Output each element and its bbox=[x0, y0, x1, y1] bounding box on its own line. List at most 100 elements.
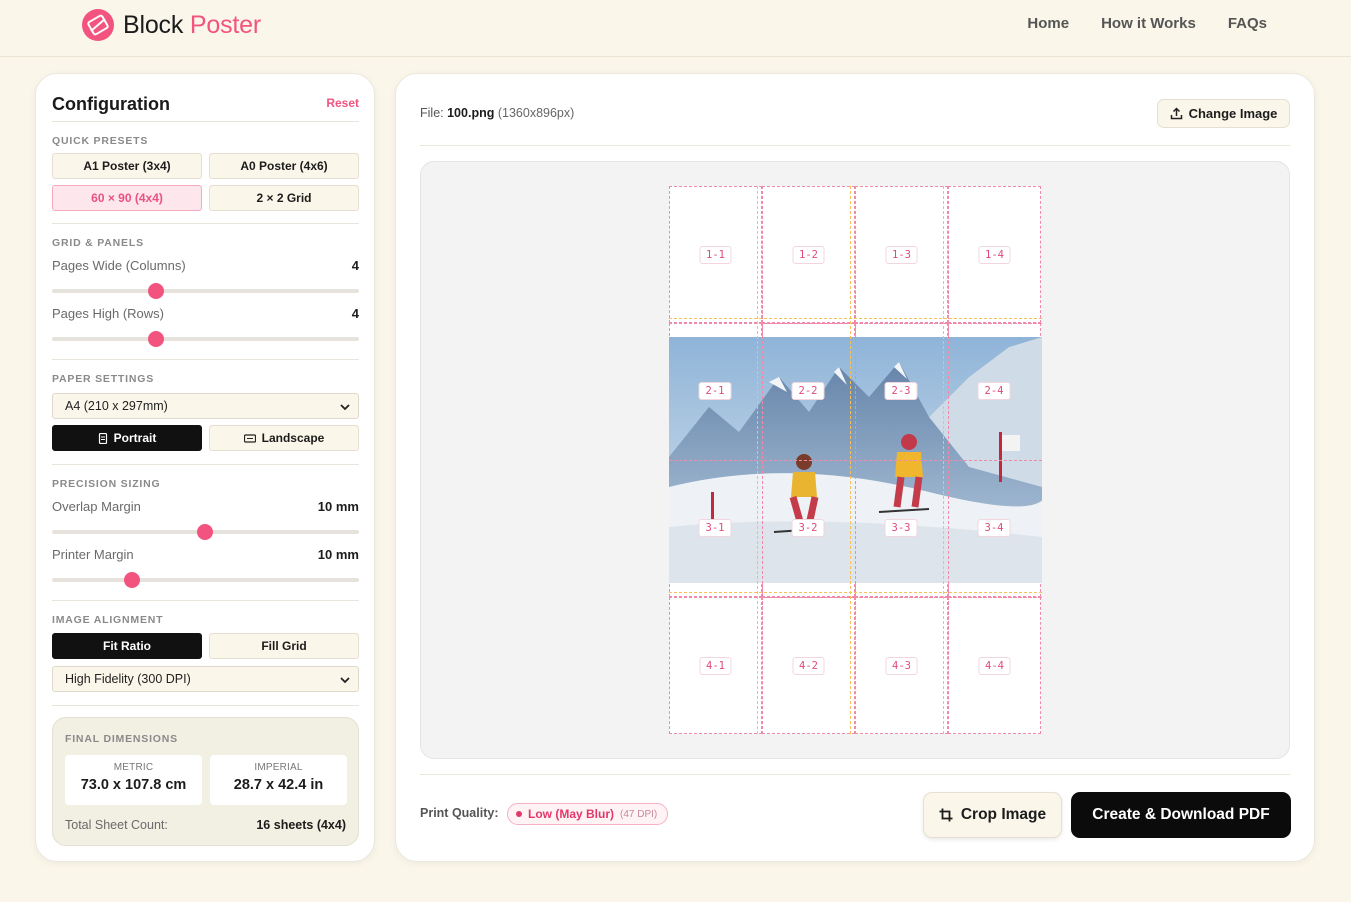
nav-how-it-works-link[interactable]: How it Works bbox=[1101, 15, 1196, 32]
print-quality-label: Print Quality: bbox=[420, 806, 499, 820]
divider bbox=[420, 145, 1290, 146]
nav-home-link[interactable]: Home bbox=[1027, 15, 1069, 32]
metric-label: METRIC bbox=[113, 762, 154, 773]
quick-presets-label: QUICK PRESETS bbox=[52, 135, 149, 147]
quality-select[interactable]: High Fidelity (300 DPI) bbox=[52, 666, 359, 692]
file-prefix: File: bbox=[420, 106, 444, 120]
tile-label: 4-2 bbox=[792, 656, 825, 675]
change-image-button[interactable]: Change Image bbox=[1157, 99, 1290, 128]
file-name: 100.png bbox=[447, 106, 495, 120]
preset-a1-button[interactable]: A1 Poster (3x4) bbox=[52, 153, 202, 179]
crop-image-button[interactable]: Crop Image bbox=[923, 792, 1062, 838]
landscape-icon bbox=[243, 433, 256, 443]
columns-value: 4 bbox=[351, 258, 359, 273]
chevron-down-icon bbox=[340, 677, 350, 684]
sheet-count-value: 16 sheets (4x4) bbox=[256, 818, 346, 832]
file-dimensions: (1360x896px) bbox=[497, 106, 575, 120]
tile[interactable]: 4-2 bbox=[762, 597, 855, 734]
tile-label: 1-2 bbox=[792, 245, 825, 264]
overlap-guide-line bbox=[669, 318, 1042, 319]
rows-label: Pages High (Rows) bbox=[52, 306, 164, 321]
tile-label: 2-2 bbox=[791, 382, 825, 400]
overlap-guide-line bbox=[669, 592, 1042, 593]
reset-button[interactable]: Reset bbox=[326, 96, 359, 110]
landscape-label: Landscape bbox=[261, 431, 325, 445]
paper-size-select[interactable]: A4 (210 x 297mm) bbox=[52, 393, 359, 419]
final-dimensions-label: FINAL DIMENSIONS bbox=[65, 733, 178, 745]
tile[interactable]: 1-3 bbox=[855, 186, 948, 323]
preset-a0-button[interactable]: A0 Poster (4x6) bbox=[209, 153, 359, 179]
tile[interactable]: 1-1 bbox=[669, 186, 762, 323]
portrait-button[interactable]: Portrait bbox=[52, 425, 202, 451]
fill-grid-button[interactable]: Fill Grid bbox=[209, 633, 359, 659]
status-dot-icon bbox=[516, 811, 522, 817]
image-alignment-label: IMAGE ALIGNMENT bbox=[52, 614, 164, 626]
imperial-value: 28.7 x 42.4 in bbox=[233, 777, 324, 793]
cut-guide-line bbox=[669, 597, 1042, 598]
divider bbox=[52, 705, 359, 706]
rows-value: 4 bbox=[351, 306, 359, 321]
fit-ratio-button[interactable]: Fit Ratio bbox=[52, 633, 202, 659]
landscape-button[interactable]: Landscape bbox=[209, 425, 359, 451]
overlap-margin-label: Overlap Margin bbox=[52, 499, 141, 514]
overlap-guide-line bbox=[757, 186, 758, 734]
create-download-pdf-button[interactable]: Create & Download PDF bbox=[1071, 792, 1291, 838]
tile-label: 3-2 bbox=[791, 519, 825, 537]
brand-name-part2: Poster bbox=[189, 10, 261, 39]
paper-settings-label: PAPER SETTINGS bbox=[52, 373, 155, 385]
rows-slider-thumb[interactable] bbox=[148, 331, 164, 347]
overlap-margin-slider[interactable] bbox=[52, 524, 359, 540]
metric-box: METRIC 73.0 x 107.8 cm bbox=[65, 755, 202, 805]
tile[interactable]: 1-4 bbox=[948, 186, 1041, 323]
overlap-guide-line bbox=[850, 186, 851, 734]
tile[interactable]: 1-2 bbox=[762, 186, 855, 323]
printer-margin-label: Printer Margin bbox=[52, 547, 134, 562]
print-quality-dpi: (47 DPI) bbox=[620, 808, 658, 820]
print-quality-badge: Low (May Blur) (47 DPI) bbox=[507, 803, 669, 825]
tile[interactable]: 4-3 bbox=[855, 597, 948, 734]
nav-faqs-link[interactable]: FAQs bbox=[1228, 15, 1267, 32]
tile-label: 2-1 bbox=[698, 382, 732, 400]
brand-logo[interactable]: Block Poster bbox=[82, 9, 261, 41]
divider bbox=[52, 600, 359, 601]
file-info: File: 100.png (1360x896px) bbox=[420, 106, 574, 120]
sheet-count-label: Total Sheet Count: bbox=[65, 818, 168, 832]
tile[interactable]: 4-4 bbox=[948, 597, 1041, 734]
divider bbox=[420, 774, 1290, 775]
preview-panel: File: 100.png (1360x896px) Change Image … bbox=[395, 73, 1315, 862]
chevron-down-icon bbox=[340, 404, 350, 411]
paper-size-value: A4 (210 x 297mm) bbox=[65, 399, 168, 413]
upload-icon bbox=[1170, 107, 1182, 120]
tile-label: 2-4 bbox=[977, 382, 1011, 400]
tile[interactable]: 4-1 bbox=[669, 597, 762, 734]
tile-label: 1-1 bbox=[699, 245, 732, 264]
rows-slider[interactable] bbox=[52, 331, 359, 347]
top-header: Block Poster Home How it Works FAQs bbox=[0, 0, 1351, 57]
tile-label: 3-4 bbox=[977, 519, 1011, 537]
cut-guide-line bbox=[669, 323, 1042, 324]
tile-label: 3-1 bbox=[698, 519, 732, 537]
printer-margin-slider[interactable] bbox=[52, 572, 359, 588]
columns-slider[interactable] bbox=[52, 283, 359, 299]
columns-slider-thumb[interactable] bbox=[148, 283, 164, 299]
main-nav: Home How it Works FAQs bbox=[1027, 15, 1267, 32]
preset-60x90-button[interactable]: 60 × 90 (4x4) bbox=[52, 185, 202, 211]
configuration-panel: Configuration Reset QUICK PRESETS A1 Pos… bbox=[35, 73, 375, 862]
cut-guide-line bbox=[669, 460, 1042, 461]
divider bbox=[52, 464, 359, 465]
brand-name-part1: Block bbox=[123, 10, 184, 39]
metric-value: 73.0 x 107.8 cm bbox=[80, 777, 187, 793]
overlap-guide-line bbox=[943, 186, 944, 734]
printer-slider-thumb[interactable] bbox=[124, 572, 140, 588]
print-quality-value: Low (May Blur) bbox=[528, 807, 614, 821]
printer-margin-value: 10 mm bbox=[317, 547, 359, 562]
preset-2x2-button[interactable]: 2 × 2 Grid bbox=[209, 185, 359, 211]
divider bbox=[52, 359, 359, 360]
crop-image-label: Crop Image bbox=[960, 806, 1047, 823]
grid-panels-label: GRID & PANELS bbox=[52, 237, 144, 249]
overlap-slider-thumb[interactable] bbox=[197, 524, 213, 540]
tile-label: 1-3 bbox=[885, 245, 918, 264]
portrait-label: Portrait bbox=[113, 431, 157, 445]
imperial-box: IMPERIAL 28.7 x 42.4 in bbox=[210, 755, 347, 805]
final-dimensions-box: FINAL DIMENSIONS METRIC 73.0 x 107.8 cm … bbox=[52, 717, 359, 846]
